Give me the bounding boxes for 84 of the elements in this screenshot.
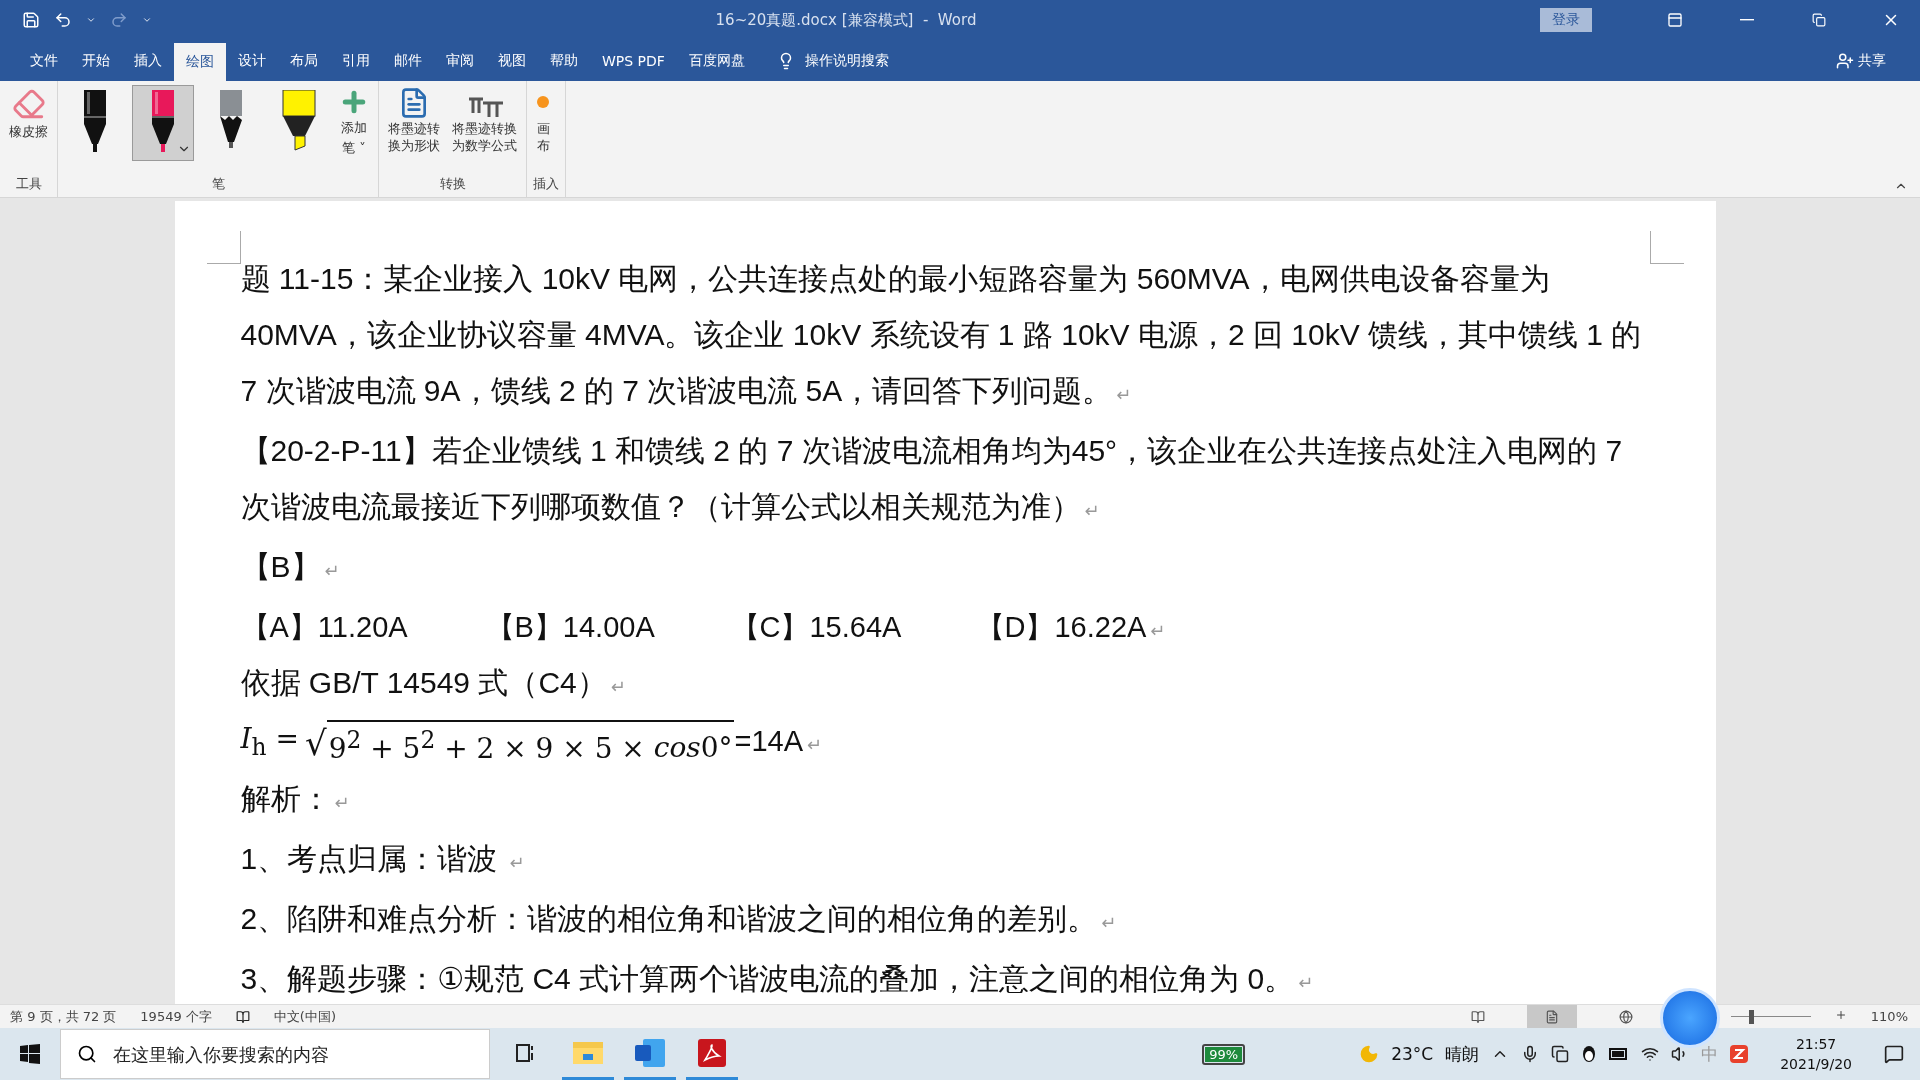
ribbon-tab[interactable]: 视图 [486, 40, 538, 81]
ribbon-tab[interactable]: 布局 [278, 40, 330, 81]
moon-icon [1359, 1044, 1380, 1064]
notification-icon[interactable] [1884, 1044, 1904, 1064]
group-label: 笔 [210, 175, 226, 193]
zoom-thumb[interactable] [1749, 1009, 1755, 1024]
search-icon [77, 1044, 97, 1064]
pen-button[interactable] [132, 85, 194, 161]
paragraph-text: 依据 GB/T 14549 式（C4）↵ [240, 665, 627, 701]
paragraph-text: 1、考点归属：谐波 ↵ [240, 841, 526, 877]
canvas-button[interactable]: 画布 [533, 85, 553, 157]
caret-icon[interactable] [86, 15, 96, 25]
undo-icon[interactable] [54, 11, 72, 29]
ribbon-tab[interactable]: 邮件 [382, 40, 434, 81]
pdf-icon [698, 1038, 726, 1067]
ink-to-shape-button[interactable]: 将墨迹转换为形状 [385, 85, 443, 157]
group-label: 插入 [533, 175, 559, 193]
print-view-button[interactable] [1526, 1005, 1577, 1028]
square-root-sign: √ [304, 722, 327, 765]
word-count: 19549 个字 [140, 1007, 212, 1026]
paragraph-text: 【20-2-P-11】若企业馈线 1 和馈线 2 的 7 次谐波电流相角均为45°，该企业在公共连接点处注入电网的 7 次谐波电流最接近下列哪项数值？（计算公式以相关规范为准）↵ [240, 433, 1624, 525]
tell-me-search[interactable]: 操作说明搜索 [770, 40, 895, 81]
answer-option: 【C】15.64A [730, 611, 902, 643]
page-count: 第 9 页，共 72 页 [10, 1007, 117, 1026]
paragraph-text: 【B】↵ [240, 549, 341, 585]
weather-text: 晴朗 [1445, 1042, 1480, 1066]
group-label: 工具 [14, 175, 43, 193]
ribbon-tab[interactable]: 插入 [122, 40, 174, 81]
formula-lhs: I$_{h}$ = [240, 721, 299, 763]
minimize-icon [1740, 19, 1754, 21]
paragraph-text: 题 11-15：某企业接入 10kV 电网，公共连接点处的最小短路容量为 560MVA，电网供电设备容量为 40MVA，该企业协议容量 4MVA。该企业 10kV 系统设有 1 路 10kV 电源，2 回 10kV 馈线，其中馈线 1 的 7 次谐波电流 9A，馈线 2 的 7 次谐波电流 5A，请回答下列问题。↵ [240, 261, 1643, 409]
task-view-icon [516, 1043, 536, 1062]
crop-mark [206, 231, 241, 264]
paragraph-text: 解析：↵ [240, 781, 351, 817]
window-icon [1667, 12, 1683, 28]
windows-icon [20, 1044, 40, 1064]
word-icon [635, 1038, 665, 1067]
answer-option: 【A】11.20A [240, 611, 408, 643]
ribbon-tab[interactable]: 百度网盘 [676, 40, 757, 81]
share-button[interactable]: 共享 [1830, 40, 1892, 81]
ribbon-tab[interactable]: 帮助 [538, 40, 590, 81]
eraser-icon [11, 87, 46, 121]
ink-to-math-button[interactable]: 将墨迹转换为数学公式 [449, 85, 520, 157]
save-icon[interactable] [22, 11, 40, 29]
ribbon-tab[interactable]: 开始 [70, 40, 122, 81]
clock[interactable]: 21:57 2021/9/20 [1780, 1034, 1852, 1074]
ribbon-tab[interactable]: 绘图 [174, 43, 226, 81]
ribbon-tab[interactable]: WPS PDF [590, 40, 677, 81]
page-icon [1544, 1009, 1559, 1024]
formula-result: =14A↵ [734, 724, 823, 759]
zoom-in-icon[interactable] [1834, 1009, 1847, 1021]
taskbar-search-field[interactable]: 在这里输入你要搜索的内容 [111, 1042, 489, 1066]
zoom-level: 110% [1870, 1009, 1908, 1024]
temperature: 23°C [1391, 1044, 1434, 1064]
add-pen-button[interactable]: 添加 笔 ˅ [336, 85, 372, 159]
input-app-icon[interactable] [1730, 1045, 1749, 1063]
wifi-icon[interactable] [1641, 1045, 1660, 1063]
ribbon-tab[interactable]: 引用 [330, 40, 382, 81]
window-title: 16~20真题.docx [兼容模式] - Word [714, 10, 978, 30]
restore-icon [1812, 13, 1826, 27]
answer-option: 【D】16.22A↵ [975, 611, 1166, 643]
battery-icon[interactable] [1609, 1048, 1630, 1060]
person-icon [1836, 51, 1854, 70]
redo-icon[interactable] [110, 11, 128, 29]
eraser-button[interactable]: 橡皮擦 [6, 85, 51, 143]
group-label: 转换 [438, 175, 467, 193]
proofing-icon [235, 1009, 250, 1024]
caret-icon[interactable] [142, 15, 152, 25]
dot-icon [536, 95, 550, 109]
taskbar-search-box[interactable]: 在这里输入你要搜索的内容 [60, 1029, 490, 1079]
crop-mark [1649, 231, 1684, 264]
battery-indicator: 99% [1202, 1043, 1246, 1065]
formula-radicand: 9$^{2}$ + 5$^{2}$ + 2 × 9 × 5 × cos0° [326, 720, 735, 766]
ribbon-tab[interactable]: 文件 [18, 40, 70, 81]
paragraph-text: 3、解题步骤：①规范 C4 式计算两个谐波电流的叠加，注意之间的相位角为 0。↵ [240, 961, 1315, 997]
sign-in-button[interactable]: 登录 [1540, 8, 1592, 32]
globe-icon [1618, 1009, 1633, 1024]
book-icon [1470, 1009, 1485, 1024]
language-indicator: 中文(中国) [273, 1007, 336, 1026]
folder-icon [573, 1039, 603, 1066]
answer-option: 【B】14.00A [485, 611, 655, 643]
ribbon-tab[interactable]: 审阅 [434, 40, 486, 81]
paragraph-text: 2、陷阱和难点分析：谐波的相位角和谐波之间的相位角的差别。↵ [240, 901, 1118, 937]
ribbon-tab[interactable]: 设计 [226, 40, 278, 81]
